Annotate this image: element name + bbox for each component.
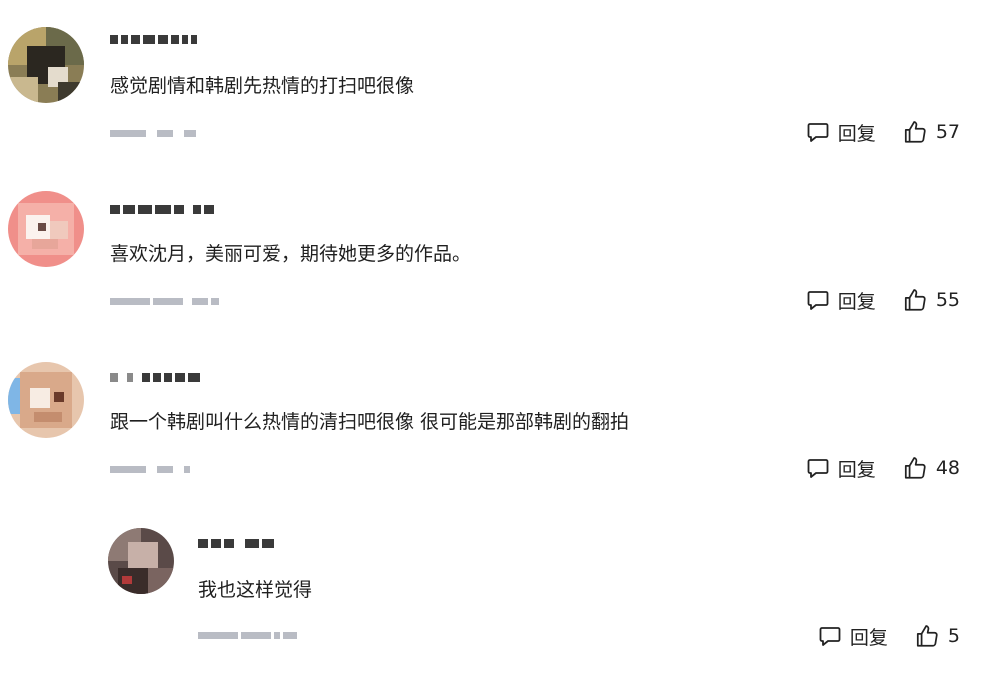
comment-text: 跟一个韩剧叫什么热情的清扫吧很像 很可能是那部韩剧的翻拍 (110, 411, 630, 433)
reply-label: 回复 (837, 290, 876, 313)
user-avatar[interactable] (8, 27, 84, 103)
like-button[interactable]: 57 (902, 119, 960, 145)
like-button[interactable]: 48 (902, 455, 960, 481)
like-button[interactable]: 5 (914, 623, 960, 649)
thumbs-up-icon (904, 457, 926, 479)
comment-bubble-icon (807, 123, 829, 142)
reply-button[interactable]: 回复 (806, 119, 876, 146)
reply-button[interactable]: 回复 (818, 623, 888, 650)
reply-button[interactable]: 回复 (806, 287, 876, 314)
user-avatar[interactable] (8, 191, 84, 267)
thumbs-up-icon (916, 625, 938, 647)
comment-actions: 回复 55 (806, 287, 960, 313)
user-avatar[interactable] (108, 528, 174, 594)
comment-item: 喜欢沈月，美丽可爱，期待她更多的作品。 回复 55 (0, 170, 1000, 340)
thumbs-up-icon (904, 121, 926, 143)
reply-item: 我也这样觉得 回复 5 (0, 510, 1000, 695)
reply-button[interactable]: 回复 (806, 455, 876, 482)
reply-label: 回复 (849, 626, 888, 649)
like-button[interactable]: 55 (902, 287, 960, 313)
comment-text: 感觉剧情和韩剧先热情的打扫吧很像 (110, 75, 415, 97)
reply-label: 回复 (837, 122, 876, 145)
like-count: 48 (935, 457, 960, 479)
comment-bubble-icon (819, 627, 841, 646)
comment-date-obscured (110, 126, 196, 140)
comment-item: 感觉剧情和韩剧先热情的打扫吧很像 回复 57 (0, 0, 1000, 170)
reply-actions: 回复 5 (818, 623, 960, 649)
username-obscured[interactable] (110, 369, 200, 385)
thumbs-up-icon (904, 289, 926, 311)
reply-text: 我也这样觉得 (198, 579, 313, 601)
reply-date-obscured (198, 628, 297, 642)
comment-item: 跟一个韩剧叫什么热情的清扫吧很像 很可能是那部韩剧的翻拍 回复 48 (0, 340, 1000, 510)
like-count: 57 (935, 121, 960, 143)
like-count: 55 (935, 289, 960, 311)
comment-date-obscured (110, 294, 219, 308)
comment-bubble-icon (807, 459, 829, 478)
like-count: 5 (947, 625, 960, 647)
comment-actions: 回复 48 (806, 455, 960, 481)
comment-bubble-icon (807, 291, 829, 310)
comment-text: 喜欢沈月，美丽可爱，期待她更多的作品。 (110, 243, 472, 265)
username-obscured[interactable] (110, 201, 214, 217)
user-avatar[interactable] (8, 362, 84, 438)
comment-date-obscured (110, 462, 190, 476)
comment-actions: 回复 57 (806, 119, 960, 145)
username-obscured[interactable] (198, 535, 274, 551)
username-obscured[interactable] (110, 31, 197, 47)
reply-label: 回复 (837, 458, 876, 481)
